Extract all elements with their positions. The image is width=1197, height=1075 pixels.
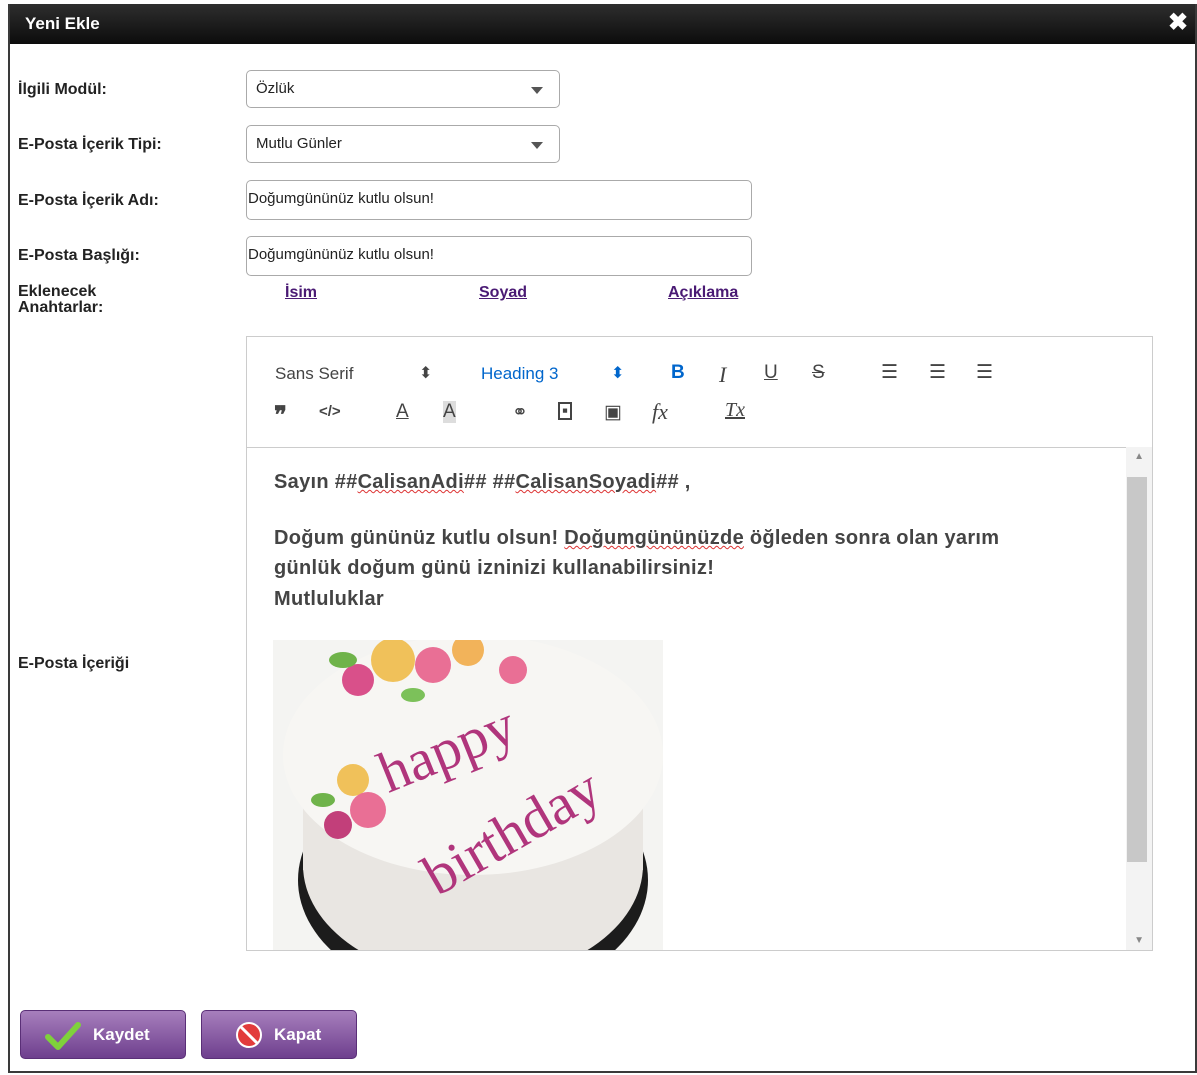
subject-input[interactable]: Doğumgününüz kutlu olsun! <box>246 236 752 276</box>
scrollbar-thumb[interactable] <box>1127 477 1147 862</box>
close-icon[interactable]: ✖ <box>1165 9 1191 37</box>
bullet-list-icon[interactable]: ☰ <box>929 361 946 384</box>
save-button-label: Kaydet <box>93 1025 150 1044</box>
dialog-title: Yeni Ekle <box>25 14 100 33</box>
no-entry-icon <box>236 1022 262 1048</box>
updown-icon: ⬍ <box>419 365 433 382</box>
keys-label: Eklenecek Anahtarlar: <box>18 284 103 316</box>
formula-icon[interactable]: fx <box>652 399 668 425</box>
save-button[interactable]: Kaydet <box>20 1010 186 1059</box>
heading-select[interactable]: Heading 3 <box>481 364 559 384</box>
updown-icon: ⬍ <box>611 365 625 382</box>
scroll-down-icon[interactable]: ▼ <box>1134 935 1144 946</box>
check-icon <box>45 1022 81 1050</box>
font-select[interactable]: Sans Serif <box>275 364 353 384</box>
greeting-separator: ## ## <box>463 471 516 493</box>
subject-label: E-Posta Başlığı: <box>18 247 140 264</box>
module-select-value: Özlük <box>256 80 295 97</box>
content-name-input[interactable]: Doğumgününüz kutlu olsun! <box>246 180 752 220</box>
greeting-end: ## , <box>656 471 691 493</box>
key-link-description[interactable]: Açıklama <box>668 284 738 302</box>
background-color-icon[interactable]: A <box>443 401 456 423</box>
chevron-down-icon <box>531 87 543 94</box>
message-line-3: Mutluluklar <box>274 588 384 610</box>
greeting-text: Sayın ## <box>274 471 358 493</box>
link-icon[interactable]: ⚭ <box>512 401 528 424</box>
editor-scrollbar[interactable]: ▲ ▼ <box>1126 447 1152 950</box>
message-text-c: öğleden sonra olan yarım <box>744 527 1000 549</box>
underline-icon[interactable]: U <box>764 362 778 384</box>
key-link-surname[interactable]: Soyad <box>479 284 527 302</box>
quote-icon[interactable]: ❞ <box>274 401 287 430</box>
code-icon[interactable]: </> <box>319 403 341 420</box>
cake-illustration: happy birthday <box>283 640 663 950</box>
strike-icon[interactable]: S <box>812 362 825 384</box>
rich-text-editor: Sans Serif ⬍ Heading 3 ⬍ B I U S ☰ ☰ ☰ ❞… <box>246 336 1153 951</box>
keys-label-line2: Anahtarlar: <box>18 299 104 316</box>
video-icon[interactable]: ▣ <box>604 401 622 424</box>
text-color-icon[interactable]: A <box>396 401 409 423</box>
bold-icon[interactable]: B <box>671 362 685 384</box>
add-new-dialog: Yeni Ekle ✖ İlgili Modül: Özlük E-Posta … <box>8 4 1197 1073</box>
key-link-name[interactable]: İsim <box>285 284 317 302</box>
name-placeholder: CalisanAdi <box>357 471 464 493</box>
image-icon[interactable]: ▪ <box>558 402 573 420</box>
keys-label-line1: Eklenecek <box>18 283 97 300</box>
align-icon[interactable]: ☰ <box>976 361 993 384</box>
birthday-cake-image: happy birthday <box>273 640 663 950</box>
module-label: İlgili Modül: <box>18 81 107 98</box>
surname-placeholder: CalisanSoyadi <box>515 471 657 493</box>
scroll-up-icon[interactable]: ▲ <box>1134 451 1144 462</box>
editor-toolbar: Sans Serif ⬍ Heading 3 ⬍ B I U S ☰ ☰ ☰ ❞… <box>247 337 1152 448</box>
dialog-titlebar: Yeni Ekle ✖ <box>10 4 1195 44</box>
clear-format-icon[interactable]: Tx <box>725 399 745 422</box>
message-line-1: Doğum gününüz kutlu olsun! Doğumgününüzd… <box>274 527 999 550</box>
message-text-a: Doğum gününüz kutlu olsun! <box>274 527 565 549</box>
message-line-2: günlük doğum günü izninizi kullanabilirs… <box>274 557 715 579</box>
content-type-select-value: Mutlu Günler <box>256 135 342 152</box>
content-name-label: E-Posta İçerik Adı: <box>18 192 159 209</box>
module-select[interactable]: Özlük <box>246 70 560 108</box>
close-button-label: Kapat <box>274 1025 322 1044</box>
close-button[interactable]: Kapat <box>201 1010 357 1059</box>
ordered-list-icon[interactable]: ☰ <box>881 361 898 384</box>
content-type-select[interactable]: Mutlu Günler <box>246 125 560 163</box>
chevron-down-icon <box>531 142 543 149</box>
greeting-line: Sayın ##CalisanAdi## ##CalisanSoyadi## , <box>274 471 691 494</box>
italic-icon[interactable]: I <box>719 362 726 388</box>
body-label: E-Posta İçeriği <box>18 655 130 672</box>
editor-content[interactable]: Sayın ##CalisanAdi## ##CalisanSoyadi## ,… <box>247 447 1127 950</box>
content-type-label: E-Posta İçerik Tipi: <box>18 136 162 153</box>
message-text-b: Doğumgününüzde <box>564 527 744 549</box>
